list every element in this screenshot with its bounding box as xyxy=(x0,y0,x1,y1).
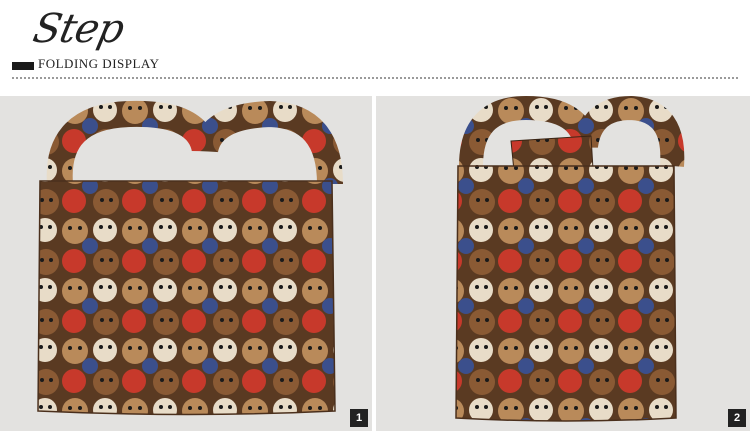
dotted-divider xyxy=(12,77,738,79)
step-title: Step xyxy=(29,6,128,52)
section-marker xyxy=(12,62,34,70)
page-header: Step FOLDING DISPLAY xyxy=(0,0,750,84)
bag-illustration-2 xyxy=(455,96,685,422)
step-number-badge: 1 xyxy=(350,409,368,427)
bag-illustration-1 xyxy=(37,100,343,416)
section-subtitle: FOLDING DISPLAY xyxy=(38,56,160,71)
photo-panel-1: 1 xyxy=(0,96,372,431)
step-number-badge: 2 xyxy=(728,409,746,427)
photo-panel-2: 2 xyxy=(376,96,750,431)
